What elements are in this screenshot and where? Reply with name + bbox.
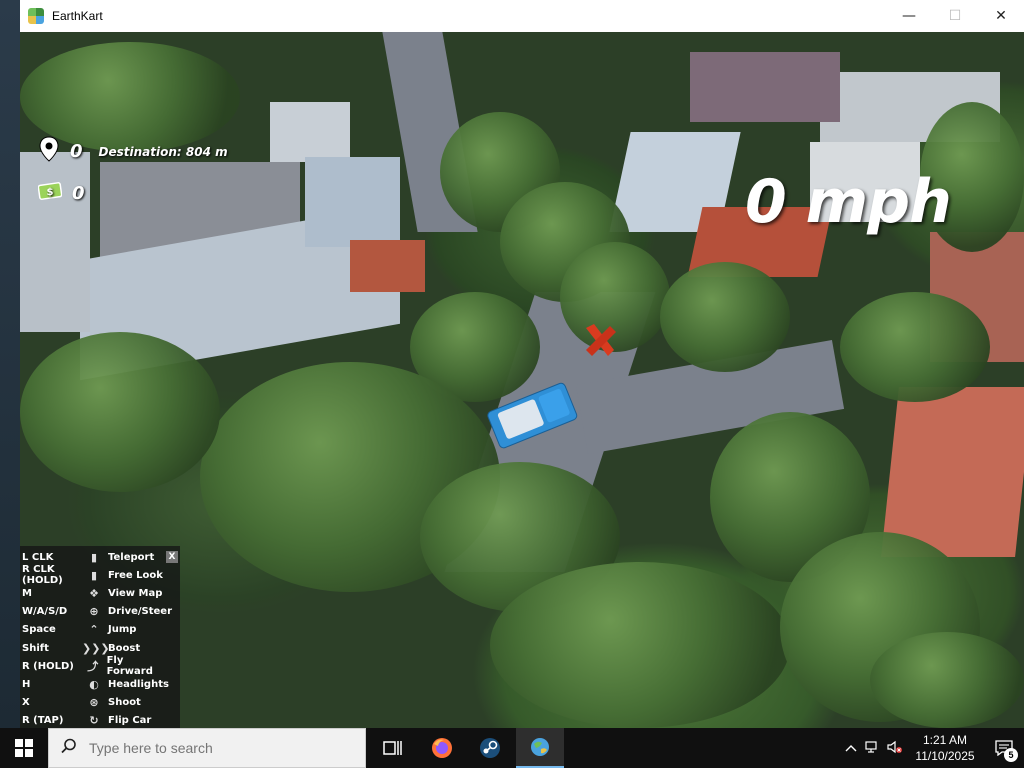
control-key: Shift [22, 642, 49, 654]
control-action: Fly Forward [106, 655, 153, 678]
hud-score-row: 0 Destination: 804 m [38, 136, 228, 167]
game-viewport[interactable]: 0 Destination: 804 m $ 0 0 mph X L CLK ▮ T… [20, 32, 1024, 728]
control-key: W/A/S/D [22, 606, 68, 618]
taskbar-clock[interactable]: 1:21 AM 11/10/2025 [906, 732, 984, 764]
firefox-icon [432, 738, 452, 758]
network-icon[interactable] [862, 740, 884, 757]
taskbar-search-box[interactable] [48, 728, 366, 768]
maximize-button[interactable]: ☐ [932, 0, 978, 32]
control-action: Boost [108, 642, 141, 654]
tree-canopy [20, 332, 220, 492]
title-bar[interactable]: EarthKart — ☐ ✕ [20, 0, 1024, 32]
window-title: EarthKart [52, 9, 103, 23]
destination-distance: Destination: 804 m [98, 144, 228, 159]
clock-time: 1:21 AM [922, 733, 968, 747]
control-row: R (HOLD) ⤴ Fly Forward [22, 655, 172, 678]
search-icon [61, 738, 77, 758]
taskbar-firefox[interactable] [418, 728, 466, 768]
control-action: Drive/Steer [107, 606, 172, 618]
control-row: W/A/S/D ⊕ Drive/Steer [22, 603, 172, 621]
earthkart-taskbar-icon [531, 738, 549, 756]
control-key: H [22, 678, 31, 690]
score-value: 0 [70, 141, 83, 162]
task-view-icon [383, 741, 402, 755]
steam-icon [480, 738, 500, 758]
control-row: M ❖ View Map [22, 584, 172, 602]
clock-date: 11/10/2025 [915, 749, 975, 763]
control-row: R CLK (HOLD) ▮ Free Look [22, 564, 172, 587]
building-roof [270, 102, 350, 162]
control-row: X ⊛ Shoot [22, 694, 172, 712]
hud-money-row: $ 0 [37, 180, 85, 207]
start-button[interactable] [0, 728, 48, 768]
control-key: Space [22, 624, 56, 636]
notification-count-badge: 5 [1004, 748, 1018, 762]
control-key: R (HOLD) [22, 660, 74, 672]
tree-canopy [490, 562, 790, 728]
control-key: X [22, 697, 30, 709]
taskbar-earthkart[interactable] [516, 728, 564, 768]
speedometer: 0 mph [745, 167, 952, 237]
controls-help-panel: X L CLK ▮ Teleport R CLK (HOLD) ▮ Free Look M ❖… [20, 546, 180, 728]
control-row: R (TAP) ↻ Flip Car [22, 712, 172, 728]
jump-icon: ⌃ [89, 623, 99, 637]
tree-canopy [840, 292, 990, 402]
minimize-button[interactable]: — [886, 0, 932, 32]
control-action: Jump [108, 624, 137, 636]
earthkart-window: EarthKart — ☐ ✕ 0 Destination: 804 m $ 0… [20, 0, 1024, 728]
map-icon: ❖ [89, 586, 99, 600]
crosshair-icon: ⊛ [89, 696, 99, 710]
taskbar-steam[interactable] [466, 728, 514, 768]
headlights-icon: ◐ [89, 677, 99, 691]
building-roof [350, 240, 425, 292]
control-action: Shoot [108, 697, 141, 709]
control-action: View Map [108, 587, 163, 599]
task-view-button[interactable] [368, 728, 416, 768]
cash-icon: $ [37, 180, 63, 207]
control-action: Free Look [108, 569, 163, 581]
earthkart-app-icon [28, 8, 44, 24]
fly-icon: ⤴ [87, 660, 99, 674]
building-roof [881, 387, 1024, 557]
svg-text:$: $ [47, 187, 54, 198]
location-pin-icon [38, 136, 60, 167]
tree-canopy [660, 262, 790, 372]
windows-taskbar: 1:21 AM 11/10/2025 5 [0, 728, 1024, 768]
control-key: R CLK (HOLD) [22, 564, 63, 587]
money-value: 0 [72, 183, 85, 204]
mouse-right-icon: ▮ [90, 568, 98, 582]
control-action: Headlights [108, 678, 169, 690]
control-action: Flip Car [108, 715, 152, 727]
control-key: M [22, 587, 32, 599]
tree-canopy [870, 632, 1024, 728]
notification-center-button[interactable]: 5 [984, 728, 1024, 768]
control-key: L CLK [22, 551, 54, 563]
destination-x-marker-icon [586, 324, 616, 356]
control-row: Space ⌃ Jump [22, 621, 172, 639]
control-action: Teleport [108, 551, 155, 563]
control-key: R (TAP) [22, 715, 64, 727]
show-hidden-icons-chevron-icon[interactable] [840, 741, 862, 755]
windows-logo-icon [15, 739, 33, 757]
control-row: H ◐ Headlights [22, 675, 172, 693]
search-input[interactable] [87, 739, 341, 757]
building-roof [305, 157, 400, 247]
mouse-left-icon: ▮ [90, 550, 98, 564]
system-tray: 1:21 AM 11/10/2025 5 [840, 728, 1024, 768]
flip-icon: ↻ [89, 714, 99, 728]
volume-muted-icon[interactable] [884, 740, 906, 757]
building-wall [20, 152, 90, 332]
close-button[interactable]: ✕ [978, 0, 1024, 32]
desktop-background [0, 0, 20, 728]
steering-wheel-icon: ⊕ [89, 605, 99, 619]
building-roof [690, 52, 840, 122]
boost-icon: ❯❯❯ [82, 641, 110, 655]
